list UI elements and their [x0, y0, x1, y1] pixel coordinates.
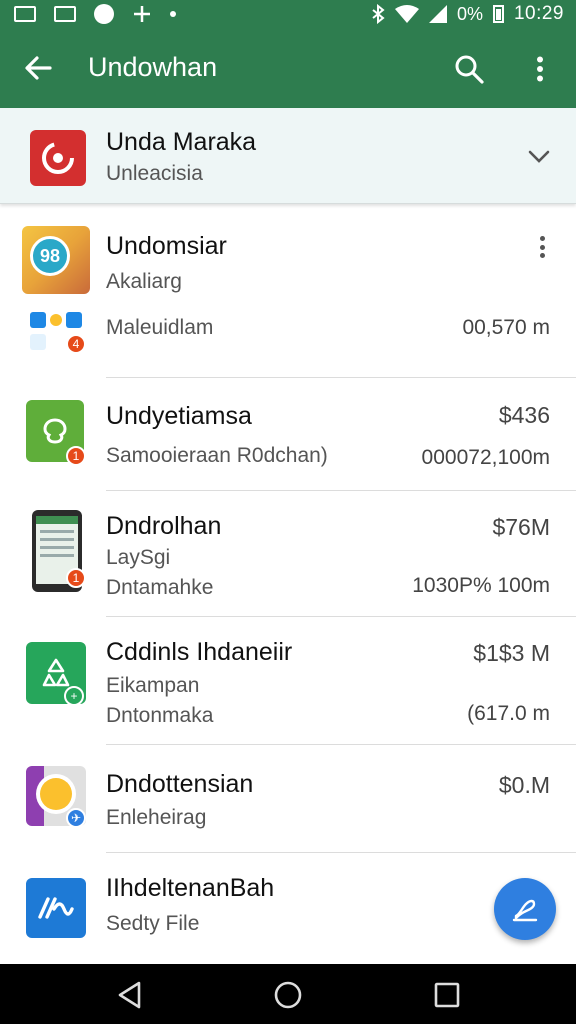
plane-badge: ✈ [66, 808, 86, 828]
nav-home-icon [274, 981, 302, 1009]
sync-icon [134, 6, 150, 22]
signal-icon [428, 5, 447, 23]
item-detail: Dntonmaka [106, 704, 214, 727]
item-amount: 1030P% 100m [412, 574, 550, 597]
account-selector[interactable] [0, 108, 576, 204]
doc-app-icon [26, 878, 86, 938]
back-button[interactable] [18, 48, 58, 88]
notification-badge: 1 [66, 446, 86, 466]
item-subtitle: Sedty File [106, 912, 200, 935]
search-icon [455, 55, 484, 84]
item-title: Undyetiamsa [106, 402, 252, 430]
item-title: Cddinls Ihdaneiir [106, 638, 293, 666]
notification-badge: 1 [66, 568, 86, 588]
status-right-icons: 0% 10:29 [371, 3, 564, 24]
nav-back-icon [118, 981, 141, 1009]
status-bar: 0% 10:29 [0, 0, 576, 28]
divider [106, 490, 576, 491]
item-subtitle: Eikampan [106, 674, 200, 697]
notification-icon [14, 6, 36, 22]
notification-badge: 4 [66, 334, 86, 354]
nav-home-button[interactable] [271, 978, 305, 1012]
overflow-menu-button[interactable] [522, 48, 558, 90]
expand-button[interactable] [524, 144, 554, 170]
app-logo-icon [30, 130, 86, 186]
divider [106, 377, 576, 378]
item-amount: 000072,100m [421, 446, 550, 469]
status-time: 10:29 [513, 3, 564, 24]
item-title: IIhdeltenanBah [106, 874, 275, 902]
chrome-icon [94, 4, 114, 24]
status-left-icons [14, 4, 176, 24]
item-subtitle: Samooieraan R0dchan) [106, 444, 328, 467]
item-title: Undomsiar [106, 232, 227, 260]
battery-text: 0% [456, 3, 483, 24]
item-price: $0.M [498, 772, 550, 798]
edit-sign-icon [512, 899, 538, 922]
item-subtitle: Enleheirag [106, 806, 207, 829]
selector-title: Unda Maraka [106, 128, 257, 156]
nav-recents-button[interactable] [430, 978, 464, 1012]
wifi-icon [394, 5, 419, 23]
item-amount: (617.0 m [467, 702, 550, 725]
divider [106, 616, 576, 617]
gallery-icon [54, 6, 76, 22]
more-vert-icon [537, 56, 543, 82]
nav-back-button[interactable] [112, 978, 146, 1012]
item-price: $1$3 M [473, 640, 550, 666]
item-detail: Dntamahke [106, 576, 214, 599]
selector-subtitle: Unleacisia [106, 162, 203, 185]
item-more-button[interactable] [532, 236, 552, 258]
chevron-down-icon [528, 150, 550, 163]
item-amount: 00,570 m [462, 316, 550, 339]
search-button[interactable] [448, 48, 490, 90]
item-price: $76M [492, 514, 550, 540]
dot-icon [170, 11, 176, 17]
page-title: Undowhan [88, 52, 218, 82]
arrow-back-icon [25, 56, 52, 80]
item-price: $436 [498, 402, 550, 428]
divider [106, 744, 576, 745]
item-detail: Maleuidlam [106, 316, 214, 339]
item-title: Dndrolhan [106, 512, 222, 540]
battery-icon [492, 5, 504, 23]
compose-fab[interactable] [494, 878, 556, 940]
system-nav-bar [0, 964, 576, 1024]
bluetooth-icon [372, 4, 385, 24]
game-app-icon: 98 [22, 226, 90, 294]
item-subtitle: Akaliarg [106, 270, 182, 293]
add-badge: + [64, 686, 84, 706]
divider [106, 852, 576, 853]
nav-recents-icon [434, 982, 460, 1008]
item-title: Dndottensian [106, 770, 254, 798]
item-subtitle: LaySgi [106, 546, 171, 569]
app-bar: Undowhan [0, 28, 576, 108]
